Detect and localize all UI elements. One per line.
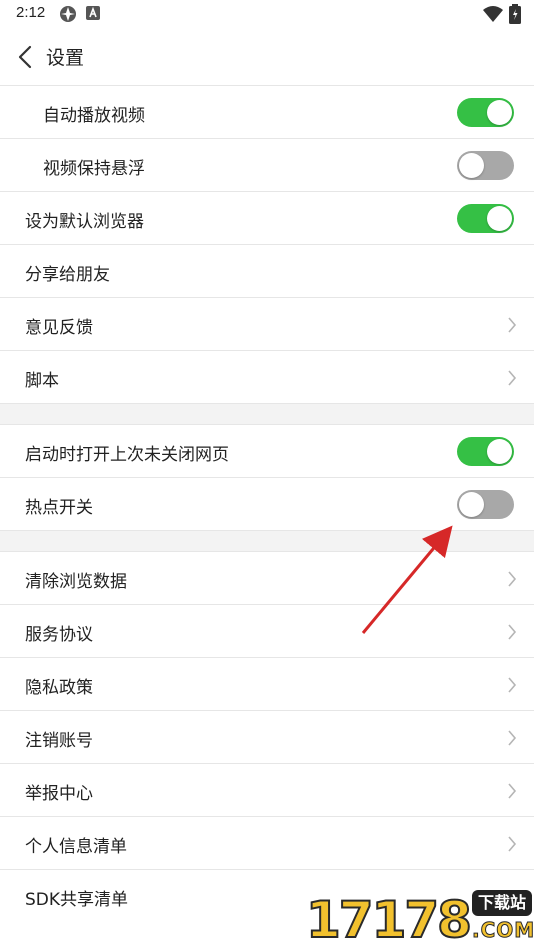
setting-restore-tabs: 启动时打开上次未关闭网页 (0, 425, 534, 478)
status-bar: 2:12 (0, 0, 534, 30)
setting-label: 注销账号 (25, 731, 93, 751)
toggle-knob (487, 206, 512, 231)
chevron-right-icon (506, 569, 518, 589)
setting-label: 意见反馈 (25, 318, 93, 338)
chevron-right-icon (506, 781, 518, 801)
battery-icon (509, 4, 521, 28)
chevron-right-icon (506, 834, 518, 854)
setting-label: 设为默认浏览器 (25, 212, 144, 232)
section-divider (0, 404, 534, 425)
setting-label: 清除浏览数据 (25, 572, 127, 592)
app-header: 设置 (0, 30, 534, 86)
setting-autoplay-video: 自动播放视频 (0, 86, 534, 139)
setting-label: 举报中心 (25, 784, 93, 804)
setting-label: 隐私政策 (25, 678, 93, 698)
setting-report-center[interactable]: 举报中心 (0, 764, 534, 817)
chevron-right-icon (506, 622, 518, 642)
toggle-knob (487, 100, 512, 125)
toggle-knob (459, 492, 484, 517)
chevron-right-icon (506, 315, 518, 335)
setting-label: 服务协议 (25, 625, 93, 645)
default-browser-toggle[interactable] (457, 204, 514, 233)
hotspot-toggle[interactable] (457, 490, 514, 519)
setting-label: 启动时打开上次未关闭网页 (25, 445, 229, 465)
toggle-knob (487, 439, 512, 464)
setting-delete-account[interactable]: 注销账号 (0, 711, 534, 764)
setting-default-browser: 设为默认浏览器 (0, 192, 534, 245)
restore-tabs-toggle[interactable] (457, 437, 514, 466)
setting-label: 分享给朋友 (25, 265, 110, 285)
text-notification-icon (84, 4, 102, 26)
setting-privacy-policy[interactable]: 隐私政策 (0, 658, 534, 711)
status-time: 2:12 (16, 4, 46, 21)
app-notification-icon (58, 4, 78, 28)
site-watermark: 17178 下载站 .COM (305, 886, 534, 950)
video-float-toggle[interactable] (457, 151, 514, 180)
setting-script[interactable]: 脚本 (0, 351, 534, 404)
setting-label: 脚本 (25, 371, 59, 391)
setting-video-float: 视频保持悬浮 (0, 139, 534, 192)
chevron-right-icon (506, 728, 518, 748)
setting-label: 自动播放视频 (43, 106, 145, 126)
setting-label: SDK共享清单 (25, 890, 129, 910)
setting-label: 热点开关 (25, 498, 93, 518)
setting-label: 个人信息清单 (25, 837, 127, 857)
setting-hotspot: 热点开关 (0, 478, 534, 531)
setting-label: 视频保持悬浮 (43, 159, 145, 179)
setting-service-agreement[interactable]: 服务协议 (0, 605, 534, 658)
back-icon[interactable] (12, 40, 42, 74)
page-title: 设置 (46, 47, 85, 69)
watermark-digits: 17178 (305, 891, 473, 949)
setting-feedback[interactable]: 意见反馈 (0, 298, 534, 351)
chevron-right-icon (506, 675, 518, 695)
setting-personal-info-list[interactable]: 个人信息清单 (0, 817, 534, 870)
watermark-suffix: .COM (471, 918, 534, 943)
setting-share[interactable]: 分享给朋友 (0, 245, 534, 298)
autoplay-video-toggle[interactable] (457, 98, 514, 127)
wifi-icon (482, 5, 504, 27)
toggle-knob (459, 153, 484, 178)
section-divider (0, 531, 534, 552)
chevron-right-icon (506, 368, 518, 388)
watermark-tag: 下载站 (472, 890, 532, 916)
setting-clear-data[interactable]: 清除浏览数据 (0, 552, 534, 605)
